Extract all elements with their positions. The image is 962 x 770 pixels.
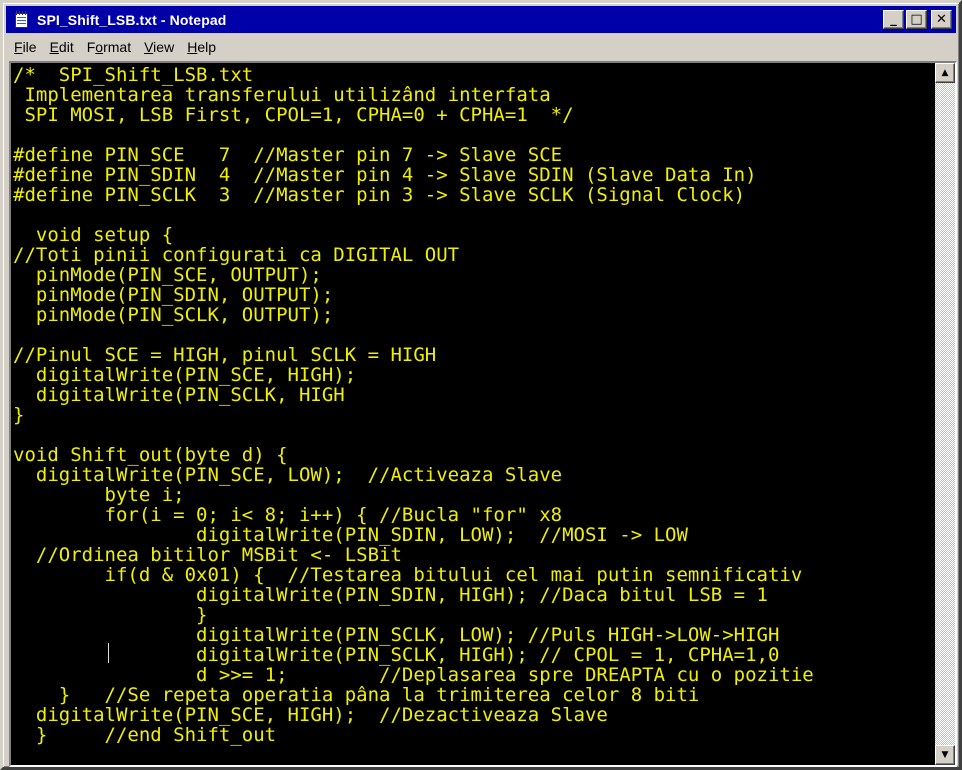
code-line: digitalWrite(PIN_SCLK, HIGH bbox=[13, 384, 345, 406]
code-line: //Pinul SCE = HIGH, pinul SCLK = HIGH bbox=[13, 344, 437, 366]
code-line: pinMode(PIN_SDIN, OUTPUT); bbox=[13, 284, 334, 306]
editor-frame: /* SPI_Shift_LSB.txt Implementarea trans… bbox=[9, 61, 957, 767]
code-line: SPI MOSI, LSB First, CPOL=1, CPHA=0 + CP… bbox=[13, 104, 574, 126]
code-line: void Shift_out(byte d) { bbox=[13, 444, 288, 466]
code-line: void setup { bbox=[13, 224, 174, 246]
menu-view-label: iew bbox=[153, 39, 175, 55]
code-line: digitalWrite(PIN_SDIN, HIGH); //Daca bit… bbox=[13, 584, 768, 606]
code-line: //Ordinea bitilor MSBit <- LSBit bbox=[13, 544, 402, 566]
scroll-up-button[interactable]: ▲ bbox=[935, 63, 955, 83]
menu-format-prefix: F bbox=[86, 39, 96, 55]
code-line: digitalWrite(PIN_SCLK, LOW); //Puls HIGH… bbox=[13, 624, 780, 646]
notepad-icon[interactable] bbox=[14, 10, 30, 29]
menu-view[interactable]: View bbox=[136, 39, 179, 55]
window-title: SPI_Shift_LSB.txt - Notepad bbox=[37, 11, 227, 28]
text-caret bbox=[108, 643, 109, 663]
title-bar[interactable]: SPI_Shift_LSB.txt - Notepad _ □ ✕ bbox=[6, 6, 956, 33]
code-line: //Toti pinii configurati ca DIGITAL OUT bbox=[13, 244, 460, 266]
code-line: pinMode(PIN_SCE, OUTPUT); bbox=[13, 264, 322, 286]
code-line: #define PIN_SCLK 3 //Master pin 3 -> Sla… bbox=[13, 184, 746, 206]
menu-file-label: ile bbox=[22, 39, 37, 55]
menu-edit[interactable]: Edit bbox=[42, 39, 79, 55]
code-line: } bbox=[13, 604, 208, 626]
notepad-window: SPI_Shift_LSB.txt - Notepad _ □ ✕ File E… bbox=[0, 0, 962, 770]
code-line: } //end Shift_out bbox=[13, 724, 277, 746]
menu-view-accel: V bbox=[144, 39, 154, 55]
menu-help-label: elp bbox=[197, 39, 216, 55]
text-editor-area[interactable]: /* SPI_Shift_LSB.txt Implementarea trans… bbox=[13, 65, 931, 765]
code-line: digitalWrite(PIN_SCE, HIGH); //Dezactive… bbox=[13, 704, 608, 726]
menu-edit-accel: E bbox=[49, 39, 59, 55]
menu-format[interactable]: Format bbox=[79, 39, 136, 55]
code-line: d >>= 1; //Deplasarea spre DREAPTA cu o … bbox=[13, 664, 814, 686]
arrow-up-icon: ▲ bbox=[941, 68, 949, 78]
menu-bar: File Edit Format View Help bbox=[6, 36, 956, 58]
code-line: pinMode(PIN_SCLK, OUTPUT); bbox=[13, 304, 334, 326]
code-line: } //Se repeta operatia pâna la trimitere… bbox=[13, 684, 700, 706]
menu-help[interactable]: Help bbox=[179, 39, 221, 55]
code-line: } bbox=[13, 404, 25, 426]
code-line: digitalWrite(PIN_SCE, LOW); //Activeaza … bbox=[13, 464, 563, 486]
arrow-down-icon: ▼ bbox=[941, 750, 949, 760]
menu-format-label: rmat bbox=[103, 39, 132, 55]
minimize-button[interactable]: _ bbox=[883, 10, 904, 29]
code-line: for(i = 0; i< 8; i++) { //Bucla "for" x8 bbox=[13, 504, 563, 526]
menu-format-accel: o bbox=[95, 39, 104, 55]
vertical-scrollbar[interactable]: ▲ ▼ bbox=[935, 63, 955, 765]
menu-edit-label: dit bbox=[58, 39, 74, 55]
code-line: /* SPI_Shift_LSB.txt bbox=[13, 65, 254, 86]
scroll-down-button[interactable]: ▼ bbox=[935, 745, 955, 765]
window-controls: _ □ ✕ bbox=[883, 10, 952, 29]
code-line: #define PIN_SDIN 4 //Master pin 4 -> Sla… bbox=[13, 164, 757, 186]
code-line: digitalWrite(PIN_SDIN, LOW); //MOSI -> L… bbox=[13, 524, 688, 546]
code-line: digitalWrite(PIN_SCLK, HIGH); // CPOL = … bbox=[13, 644, 780, 666]
menu-file[interactable]: File bbox=[6, 39, 42, 55]
code-line: #define PIN_SCE 7 //Master pin 7 -> Slav… bbox=[13, 144, 563, 166]
menu-help-accel: H bbox=[187, 39, 198, 55]
code-line: Implementarea transferului utilizând int… bbox=[13, 84, 551, 106]
code-line: byte i; bbox=[13, 484, 185, 506]
menu-file-accel: F bbox=[14, 39, 23, 55]
maximize-button[interactable]: □ bbox=[906, 10, 927, 29]
code-line: digitalWrite(PIN_SCE, HIGH); bbox=[13, 364, 357, 386]
code-line: if(d & 0x01) { //Testarea bitului cel ma… bbox=[13, 564, 803, 586]
close-button[interactable]: ✕ bbox=[931, 10, 952, 29]
